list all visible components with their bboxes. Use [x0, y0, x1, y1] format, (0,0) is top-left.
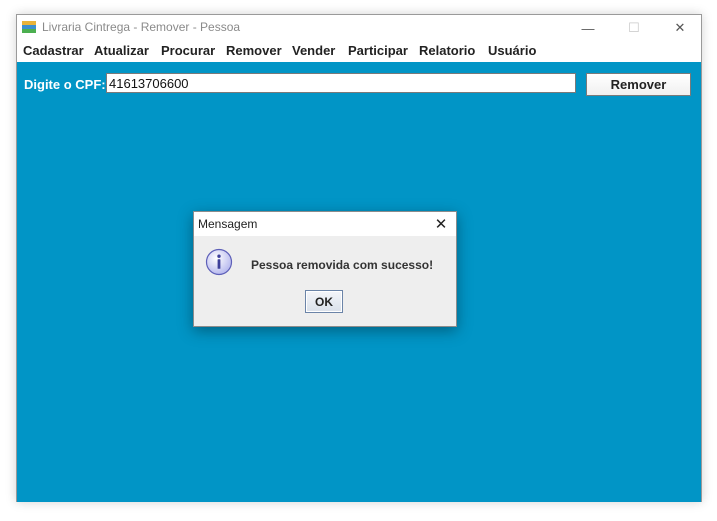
remove-button[interactable]: Remover — [586, 73, 691, 96]
menu-vender[interactable]: Vender — [292, 43, 335, 58]
menu-remover[interactable]: Remover — [226, 43, 282, 58]
dialog-title: Mensagem — [198, 217, 258, 231]
maximize-button[interactable]: ☐ — [611, 15, 657, 41]
close-icon: ✕ — [434, 216, 448, 233]
menu-atualizar[interactable]: Atualizar — [94, 43, 149, 58]
ok-button[interactable]: OK — [305, 290, 343, 313]
title-bar: Livraria Cintrega - Remover - Pessoa — ☐… — [17, 15, 701, 41]
dialog-message: Pessoa removida com sucesso! — [251, 258, 434, 272]
minimize-icon: — — [581, 20, 595, 36]
dialog-title-bar: Mensagem ✕ — [194, 212, 456, 236]
menu-bar: Cadastrar Atualizar Procurar Remover Ven… — [17, 41, 701, 62]
maximize-icon: ☐ — [628, 20, 640, 35]
app-books-icon — [22, 21, 36, 33]
menu-procurar[interactable]: Procurar — [161, 43, 215, 58]
menu-cadastrar[interactable]: Cadastrar — [23, 43, 84, 58]
cpf-input[interactable] — [106, 73, 576, 93]
cpf-label: Digite o CPF: — [24, 77, 106, 92]
minimize-button[interactable]: — — [565, 15, 611, 41]
close-icon: ✕ — [674, 20, 686, 35]
message-dialog: Mensagem ✕ Pessoa removida com sucesso! … — [193, 211, 457, 327]
menu-relatorio[interactable]: Relatorio — [419, 43, 475, 58]
menu-participar[interactable]: Participar — [348, 43, 408, 58]
menu-usuario[interactable]: Usuário — [488, 43, 536, 58]
window-title: Livraria Cintrega - Remover - Pessoa — [42, 20, 241, 34]
dialog-close-button[interactable]: ✕ — [426, 212, 456, 236]
info-icon — [205, 248, 233, 276]
close-button[interactable]: ✕ — [657, 15, 703, 41]
